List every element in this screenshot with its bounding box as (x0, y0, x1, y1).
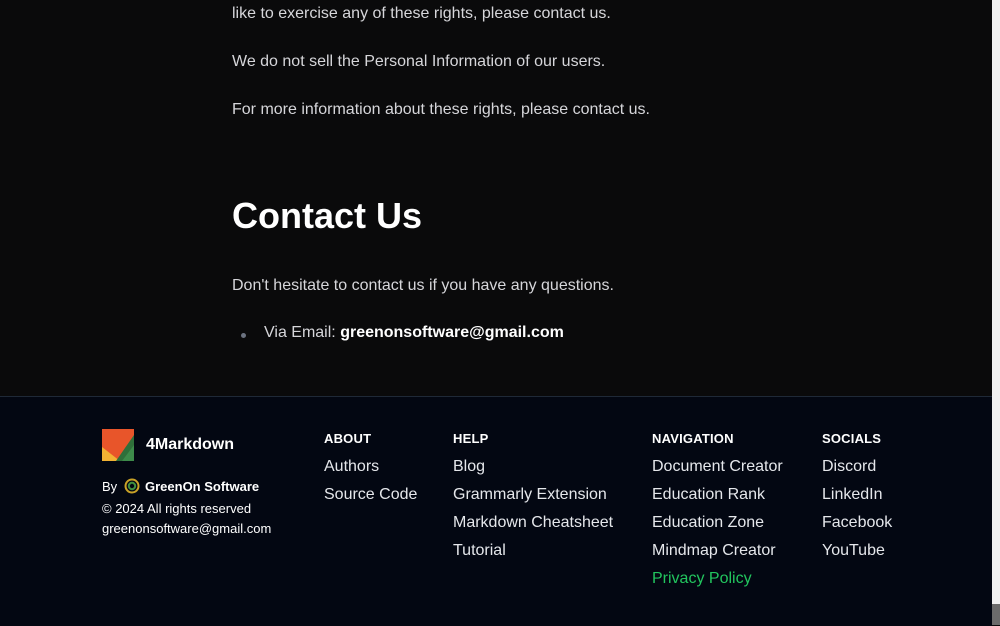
link-mindmap-creator[interactable]: Mindmap Creator (652, 541, 783, 569)
site-footer: 4Markdown By GreenOn Software © 2024 All… (0, 396, 992, 626)
by-line: By GreenOn Software (102, 478, 259, 494)
link-education-rank[interactable]: Education Rank (652, 485, 783, 513)
footer-email-link[interactable]: greenonsoftware@gmail.com (102, 521, 271, 536)
scrollbar-thumb[interactable] (992, 604, 1000, 625)
footer-column-navigation: NAVIGATION Document Creator Education Ra… (652, 431, 783, 597)
link-grammarly-extension[interactable]: Grammarly Extension (453, 485, 613, 513)
link-linkedin[interactable]: LinkedIn (822, 485, 892, 513)
vertical-scrollbar[interactable] (992, 0, 1000, 625)
footer-column-socials: SOCIALS Discord LinkedIn Facebook YouTub… (822, 431, 892, 569)
link-tutorial[interactable]: Tutorial (453, 541, 613, 569)
link-youtube[interactable]: YouTube (822, 541, 892, 569)
paragraph-rights-exercise: like to exercise any of these rights, pl… (232, 5, 611, 22)
link-source-code[interactable]: Source Code (324, 485, 417, 513)
contact-intro: Don't hesitate to contact us if you have… (232, 277, 614, 294)
company-link[interactable]: GreenOn Software (145, 479, 259, 494)
paragraph-more-info: For more information about these rights,… (232, 101, 650, 118)
4markdown-logo-icon (102, 429, 134, 461)
column-title-about: ABOUT (324, 431, 372, 446)
column-title-socials: SOCIALS (822, 431, 882, 446)
column-title-help: HELP (453, 431, 489, 446)
bullet-icon (241, 333, 246, 338)
link-privacy-policy[interactable]: Privacy Policy (652, 569, 783, 597)
link-document-creator[interactable]: Document Creator (652, 457, 783, 485)
copyright-text: © 2024 All rights reserved (102, 501, 252, 516)
link-discord[interactable]: Discord (822, 457, 892, 485)
contact-email-prefix: Via Email: (264, 324, 341, 341)
by-label: By (102, 479, 118, 494)
footer-column-help: HELP Blog Grammarly Extension Markdown C… (453, 431, 613, 569)
contact-email-address[interactable]: greenonsoftware@gmail.com (340, 324, 564, 341)
brand-name: 4Markdown (146, 436, 235, 453)
link-facebook[interactable]: Facebook (822, 513, 892, 541)
greenon-logo-icon (124, 478, 140, 494)
link-markdown-cheatsheet[interactable]: Markdown Cheatsheet (453, 513, 613, 541)
footer-column-about: ABOUT Authors Source Code (324, 431, 417, 513)
paragraph-no-selling: We do not sell the Personal Information … (232, 53, 606, 70)
column-title-navigation: NAVIGATION (652, 431, 734, 446)
link-authors[interactable]: Authors (324, 457, 417, 485)
contact-email-text: Via Email: greenonsoftware@gmail.com (264, 324, 564, 342)
contact-us-heading: Contact Us (232, 195, 423, 236)
link-blog[interactable]: Blog (453, 457, 613, 485)
link-education-zone[interactable]: Education Zone (652, 513, 783, 541)
